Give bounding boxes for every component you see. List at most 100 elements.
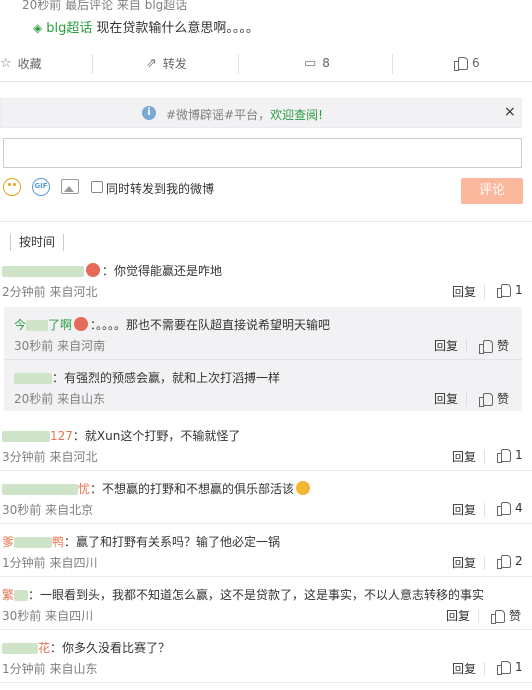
gif-icon[interactable]: GIF bbox=[32, 178, 50, 196]
divider bbox=[0, 576, 532, 577]
comment-meta: 2分钟前 来自河北 bbox=[2, 285, 98, 299]
emoji-icon bbox=[74, 317, 89, 331]
reply-button[interactable]: 回复 bbox=[452, 448, 476, 465]
comment-like-button[interactable]: 1 bbox=[497, 448, 523, 463]
action-divider bbox=[392, 54, 393, 74]
close-icon[interactable]: × bbox=[504, 104, 516, 120]
divider bbox=[484, 556, 485, 570]
reply-button[interactable]: 回复 bbox=[434, 390, 458, 407]
comment-body: ：不想赢的打野和不想赢的俱乐部活该 bbox=[90, 482, 295, 496]
like-count: 1 bbox=[515, 448, 523, 462]
divider bbox=[466, 392, 467, 406]
comment-button[interactable]: ▭ 8 bbox=[304, 44, 330, 82]
comment-text: 127：就Xun这个打野，不输就怪了 bbox=[2, 427, 240, 444]
comment-text: 爹 鸭：赢了和打野有关系吗？输了他必定一锅 bbox=[2, 533, 280, 550]
divider bbox=[466, 339, 467, 353]
comment-username[interactable]: 花 bbox=[38, 639, 50, 656]
blurred-username bbox=[14, 373, 52, 384]
sort-by-time-tab[interactable]: 按时间 bbox=[10, 234, 65, 251]
like-count: 1 bbox=[515, 283, 523, 297]
favorite-button[interactable]: ☆ 收藏 bbox=[0, 44, 42, 82]
comment-username[interactable]: 爹 bbox=[2, 533, 14, 550]
action-divider bbox=[92, 54, 93, 74]
post-source-line: ◈ blg超话 现在贷款输什么意思啊。。。。 bbox=[33, 17, 259, 36]
reply-username-suffix[interactable]: 了啊 bbox=[48, 318, 72, 332]
reply-button[interactable]: 回复 bbox=[452, 554, 476, 571]
blurred-username bbox=[2, 431, 50, 442]
reply-button[interactable]: 回复 bbox=[434, 337, 458, 354]
info-icon: i bbox=[142, 106, 156, 120]
super-topic-link[interactable]: blg超话 bbox=[46, 21, 92, 36]
reply-username[interactable]: 今 bbox=[14, 318, 26, 332]
comment-like-button[interactable]: 1 bbox=[497, 283, 523, 298]
comment-like-button[interactable]: 2 bbox=[497, 554, 523, 569]
like-count: 4 bbox=[515, 501, 523, 515]
comment-like-button[interactable]: 1 bbox=[497, 660, 523, 675]
reply-body: ：有强烈的预感会赢，就和上次打滔搏一样 bbox=[52, 371, 281, 385]
reply-button[interactable]: 回复 bbox=[446, 607, 470, 624]
comment-meta: 30秒前 来自四川 bbox=[2, 609, 94, 623]
star-icon: ☆ bbox=[0, 55, 12, 71]
thumbs-up-icon bbox=[491, 609, 505, 624]
comment-icon: ▭ bbox=[304, 55, 317, 71]
emoji-icon[interactable] bbox=[3, 178, 21, 196]
reply-button[interactable]: 回复 bbox=[452, 501, 476, 518]
forward-icon: ⇗ bbox=[146, 55, 157, 71]
reply-meta: 30秒前 来自河南 bbox=[14, 339, 106, 353]
comment-text: ：你觉得能赢还是咋地 bbox=[2, 262, 222, 279]
thumbs-up-icon bbox=[497, 449, 511, 463]
emoji-icon bbox=[296, 481, 311, 495]
reply-button[interactable]: 回复 bbox=[452, 283, 476, 300]
notice-hashtag[interactable]: #微博辟谣#平台， bbox=[166, 108, 270, 122]
comment-body: ：一眼看到头，我都不知道怎么赢，这不是贷款了，这是事实，不以人意志转移的事实 bbox=[28, 588, 485, 602]
blurred-username bbox=[2, 484, 78, 495]
thumbs-up-icon bbox=[497, 284, 511, 298]
forward-checkbox-label: 同时转发到我的微博 bbox=[106, 182, 215, 196]
blurred-username bbox=[2, 266, 84, 277]
comment-username[interactable]: 忧 bbox=[78, 480, 90, 497]
divider bbox=[484, 503, 485, 517]
divider bbox=[484, 662, 485, 676]
like-count: 6 bbox=[472, 56, 480, 70]
blurred-username bbox=[2, 643, 38, 654]
action-divider bbox=[238, 54, 239, 74]
comment-input[interactable] bbox=[3, 138, 522, 168]
thumbs-up-icon bbox=[479, 339, 493, 354]
notice-link[interactable]: 欢迎查阅! bbox=[270, 108, 323, 122]
divider bbox=[478, 609, 479, 623]
like-button[interactable]: 6 bbox=[454, 44, 480, 82]
comment-body: ：你觉得能赢还是咋地 bbox=[102, 264, 223, 278]
submit-comment-button[interactable]: 评论 bbox=[461, 178, 523, 204]
reply-thread: 今 了啊 ：。。。。那也不需要在队超直接说希望明天输吧 30秒前 来自河南 回复 赞… bbox=[4, 307, 522, 411]
thumbs-up-icon bbox=[454, 57, 468, 71]
reply-like-button[interactable]: 赞 bbox=[479, 337, 509, 354]
comment-username[interactable]: 繁 bbox=[2, 586, 14, 603]
post-text: 现在贷款输什么意思啊。。。。 bbox=[96, 21, 259, 36]
comment-text: 忧：不想赢的打野和不想赢的俱乐部活该 bbox=[2, 480, 312, 497]
thumbs-up-icon bbox=[497, 661, 511, 675]
reply-body: ：。。。。那也不需要在队超直接说希望明天输吧 bbox=[90, 318, 331, 332]
divider bbox=[0, 629, 532, 630]
comment-username[interactable]: 127 bbox=[50, 429, 73, 443]
image-icon[interactable] bbox=[61, 179, 79, 194]
blurred-username bbox=[14, 590, 29, 601]
forward-label: 转发 bbox=[162, 56, 187, 71]
reply-button[interactable]: 回复 bbox=[452, 660, 476, 677]
forward-button[interactable]: ⇗ 转发 bbox=[146, 44, 187, 82]
emoji-icon bbox=[86, 263, 100, 277]
reply-like-button[interactable]: 赞 bbox=[479, 390, 509, 407]
divider bbox=[484, 450, 485, 464]
comment-text: 繁 ：一眼看到头，我都不知道怎么赢，这不是贷款了，这是事实，不以人意志转移的事实 bbox=[2, 586, 484, 603]
comment-body: ：就Xun这个打野，不输就怪了 bbox=[72, 429, 241, 443]
thumbs-up-icon bbox=[497, 502, 511, 516]
post-meta: 20秒前 最后评论 来自 blg超话 bbox=[22, 0, 188, 12]
divider bbox=[4, 359, 522, 360]
forward-checkbox[interactable] bbox=[91, 181, 103, 193]
like-label: 赞 bbox=[509, 609, 522, 623]
like-count: 2 bbox=[515, 554, 523, 568]
comment-username-suffix[interactable]: 鸭 bbox=[52, 533, 64, 550]
divider bbox=[0, 682, 532, 683]
divider bbox=[484, 285, 485, 299]
comment-like-button[interactable]: 赞 bbox=[491, 607, 521, 624]
comment-like-button[interactable]: 4 bbox=[497, 501, 523, 516]
